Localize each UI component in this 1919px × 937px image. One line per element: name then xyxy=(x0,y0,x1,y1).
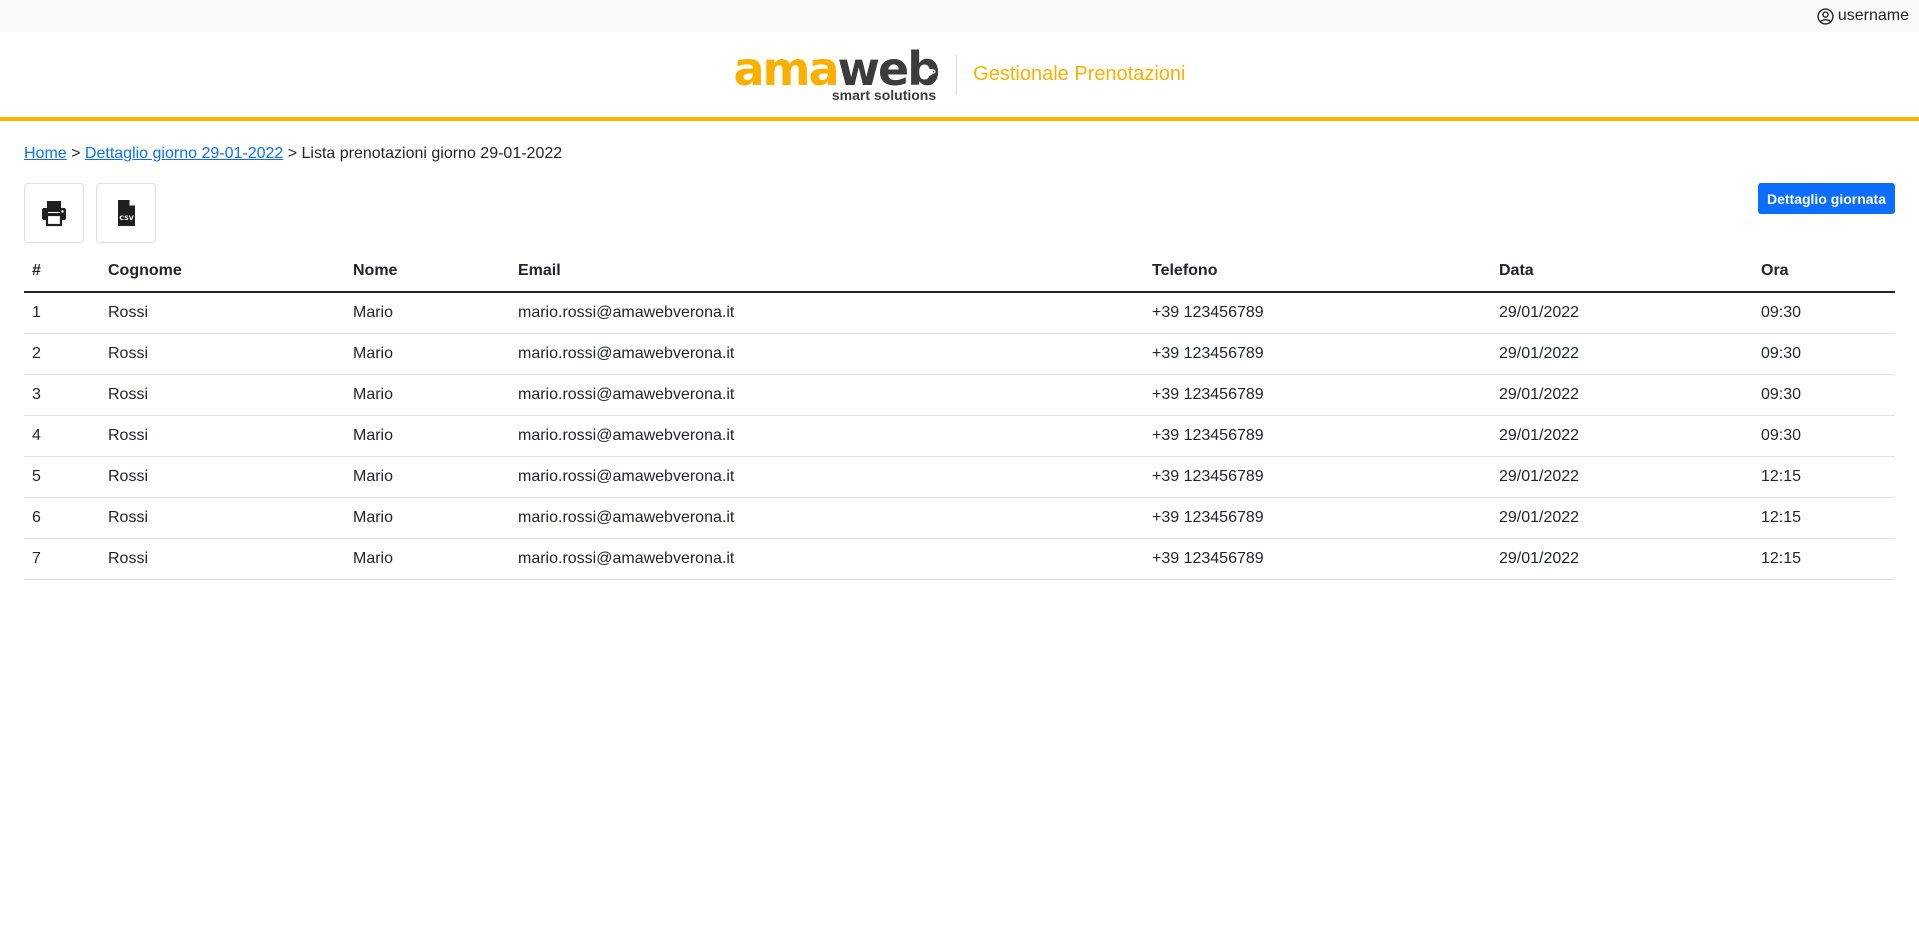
cell-email: mario.rossi@amawebverona.it xyxy=(510,497,1144,539)
table-row[interactable]: 3 Rossi Mario mario.rossi@amawebverona.it +3… xyxy=(24,374,1895,416)
column-header-nome[interactable]: Nome xyxy=(345,251,510,293)
csv-export-button[interactable]: CSV xyxy=(96,183,156,243)
column-header-number[interactable]: # xyxy=(24,251,100,293)
table-row[interactable]: 2 Rossi Mario mario.rossi@amawebverona.it +3… xyxy=(24,333,1895,375)
cell-email: mario.rossi@amawebverona.it xyxy=(510,292,1144,334)
cell-ora: 09:30 xyxy=(1753,292,1895,334)
cell-number: 4 xyxy=(24,415,100,457)
cell-data: 29/01/2022 xyxy=(1491,538,1753,580)
cell-email: mario.rossi@amawebverona.it xyxy=(510,456,1144,498)
column-header-cognome[interactable]: Cognome xyxy=(100,251,345,293)
toolbar: CSV Dettaglio giornata xyxy=(24,183,1895,243)
cell-ora: 12:15 xyxy=(1753,456,1895,498)
cell-cognome: Rossi xyxy=(100,497,345,539)
cell-nome: Mario xyxy=(345,497,510,539)
table-row[interactable]: 5 Rossi Mario mario.rossi@amawebverona.it +3… xyxy=(24,456,1895,498)
breadcrumb-separator: > xyxy=(66,145,85,162)
breadcrumb-separator: > xyxy=(283,145,302,162)
user-circle-icon xyxy=(1817,7,1834,25)
day-detail-button[interactable]: Dettaglio giornata xyxy=(1757,183,1895,214)
breadcrumb-detail-link[interactable]: Dettaglio giorno 29-01-2022 xyxy=(85,145,283,162)
breadcrumb-home-link[interactable]: Home xyxy=(24,145,67,162)
table-row[interactable]: 1 Rossi Mario mario.rossi@amawebverona.it +3… xyxy=(24,292,1895,334)
table-header-row: # Cognome Nome Email Telefono Data Ora xyxy=(24,251,1895,293)
cell-telefono: +39 123456789 xyxy=(1144,333,1491,375)
bookings-table: # Cognome Nome Email Telefono Data Ora 1… xyxy=(24,251,1895,580)
cell-email: mario.rossi@amawebverona.it xyxy=(510,415,1144,457)
breadcrumb: Home > Dettaglio giorno 29-01-2022 > Lis… xyxy=(24,145,1895,163)
cell-data: 29/01/2022 xyxy=(1491,292,1753,334)
cell-cognome: Rossi xyxy=(100,374,345,416)
cell-email: mario.rossi@amawebverona.it xyxy=(510,538,1144,580)
table-row[interactable]: 4 Rossi Mario mario.rossi@amawebverona.it +3… xyxy=(24,415,1895,457)
cell-number: 3 xyxy=(24,374,100,416)
cell-data: 29/01/2022 xyxy=(1491,415,1753,457)
cell-cognome: Rossi xyxy=(100,456,345,498)
cell-nome: Mario xyxy=(345,456,510,498)
cell-data: 29/01/2022 xyxy=(1491,456,1753,498)
user-menu[interactable]: username xyxy=(1817,7,1909,25)
amaweb-logo: ama we b smart solutions xyxy=(733,41,940,103)
cell-nome: Mario xyxy=(345,538,510,580)
cell-ora: 09:30 xyxy=(1753,415,1895,457)
logo-ama-text: ama xyxy=(733,41,839,96)
cell-nome: Mario xyxy=(345,415,510,457)
table-row[interactable]: 7 Rossi Mario mario.rossi@amawebverona.it +3… xyxy=(24,538,1895,580)
column-header-telefono[interactable]: Telefono xyxy=(1144,251,1491,293)
cell-ora: 09:30 xyxy=(1753,333,1895,375)
cell-telefono: +39 123456789 xyxy=(1144,374,1491,416)
cell-number: 1 xyxy=(24,292,100,334)
header-divider xyxy=(956,54,958,95)
column-header-ora[interactable]: Ora xyxy=(1753,251,1895,293)
column-header-email[interactable]: Email xyxy=(510,251,1144,293)
logo-we-text: we xyxy=(837,41,910,96)
cell-telefono: +39 123456789 xyxy=(1144,497,1491,539)
cell-cognome: Rossi xyxy=(100,538,345,580)
cell-data: 29/01/2022 xyxy=(1491,333,1753,375)
cell-telefono: +39 123456789 xyxy=(1144,292,1491,334)
cell-number: 7 xyxy=(24,538,100,580)
top-bar: username xyxy=(0,0,1919,32)
cell-nome: Mario xyxy=(345,374,510,416)
cell-nome: Mario xyxy=(345,292,510,334)
cell-cognome: Rossi xyxy=(100,415,345,457)
breadcrumb-current: Lista prenotazioni giorno 29-01-2022 xyxy=(301,145,563,162)
app-header: ama we b smart solutions Gestionale Prenot… xyxy=(0,32,1919,121)
cell-ora: 09:30 xyxy=(1753,374,1895,416)
cell-nome: Mario xyxy=(345,333,510,375)
export-buttons: CSV xyxy=(24,183,156,243)
cell-number: 6 xyxy=(24,497,100,539)
cell-data: 29/01/2022 xyxy=(1491,374,1753,416)
cell-ora: 12:15 xyxy=(1753,497,1895,539)
cell-telefono: +39 123456789 xyxy=(1144,538,1491,580)
username-label: username xyxy=(1837,7,1909,24)
csv-file-icon: CSV xyxy=(118,200,135,226)
cell-ora: 12:15 xyxy=(1753,538,1895,580)
logo-b-text: b xyxy=(907,41,940,96)
cell-number: 5 xyxy=(24,456,100,498)
main-content: Home > Dettaglio giorno 29-01-2022 > Lis… xyxy=(0,145,1919,580)
cell-telefono: +39 123456789 xyxy=(1144,415,1491,457)
cell-cognome: Rossi xyxy=(100,333,345,375)
table-body: 1 Rossi Mario mario.rossi@amawebverona.it +3… xyxy=(24,292,1895,580)
column-header-data[interactable]: Data xyxy=(1491,251,1753,293)
cell-telefono: +39 123456789 xyxy=(1144,456,1491,498)
table-row[interactable]: 6 Rossi Mario mario.rossi@amawebverona.it +3… xyxy=(24,497,1895,539)
cell-data: 29/01/2022 xyxy=(1491,497,1753,539)
cell-email: mario.rossi@amawebverona.it xyxy=(510,374,1144,416)
printer-icon xyxy=(42,201,66,227)
csv-icon-label: CSV xyxy=(119,214,134,222)
cell-email: mario.rossi@amawebverona.it xyxy=(510,333,1144,375)
cell-number: 2 xyxy=(24,333,100,375)
app-title: Gestionale Prenotazioni xyxy=(973,63,1186,85)
cell-cognome: Rossi xyxy=(100,292,345,334)
cup-icon xyxy=(923,68,936,76)
print-button[interactable] xyxy=(24,183,84,243)
